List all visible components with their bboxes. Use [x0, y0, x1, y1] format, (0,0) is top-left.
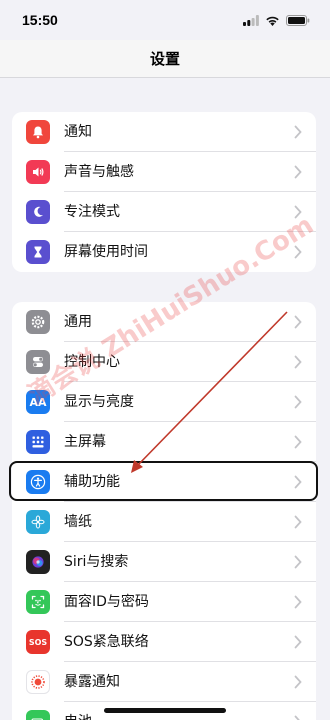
bell-icon: [26, 120, 50, 144]
toggles-icon: [26, 350, 50, 374]
settings-group-general: 通用 控制中心 AA 显示与亮度 主屏幕 辅助功能 墙纸 Siri与搜索 面容I…: [12, 302, 316, 720]
speaker-icon: [26, 160, 50, 184]
moon-icon: [26, 200, 50, 224]
chevron-right-icon: [294, 595, 302, 609]
settings-item-label: 显示与亮度: [64, 394, 134, 410]
settings-item-home-screen[interactable]: 主屏幕: [12, 422, 316, 462]
settings-item-label: 面容ID与密码: [64, 594, 149, 610]
settings-item-faceid-passcode[interactable]: 面容ID与密码: [12, 582, 316, 622]
sos-icon: SOS: [26, 630, 50, 654]
chevron-right-icon: [294, 355, 302, 369]
chevron-right-icon: [294, 125, 302, 139]
home-indicator: [104, 708, 226, 713]
settings-item-general[interactable]: 通用: [12, 302, 316, 342]
status-time: 15:50: [22, 12, 58, 28]
cellular-signal-icon: [243, 14, 259, 26]
settings-item-siri-search[interactable]: Siri与搜索: [12, 542, 316, 582]
accessibility-highlight-box: [9, 461, 318, 501]
chevron-right-icon: [294, 635, 302, 649]
settings-item-label: SOS紧急联络: [64, 634, 149, 650]
exposure-icon: [26, 670, 50, 694]
flower-icon: [26, 510, 50, 534]
settings-item-emergency-sos[interactable]: SOS SOS紧急联络: [12, 622, 316, 662]
settings-item-label: 屏幕使用时间: [64, 244, 148, 260]
settings-item-exposure-notifications[interactable]: 暴露通知: [12, 662, 316, 702]
settings-item-label: 暴露通知: [64, 674, 120, 690]
settings-item-label: 通用: [64, 314, 92, 330]
settings-item-screen-time[interactable]: 屏幕使用时间: [12, 232, 316, 272]
chevron-right-icon: [294, 675, 302, 689]
settings-item-label: 专注模式: [64, 204, 120, 220]
chevron-right-icon: [294, 435, 302, 449]
settings-item-label: Siri与搜索: [64, 554, 129, 570]
siri-icon: [26, 550, 50, 574]
gear-icon: [26, 310, 50, 334]
hourglass-icon: [26, 240, 50, 264]
settings-item-focus[interactable]: 专注模式: [12, 192, 316, 232]
chevron-right-icon: [294, 395, 302, 409]
settings-item-label: 通知: [64, 124, 92, 140]
battery-status-icon: [286, 14, 310, 26]
settings-group-notifications: 通知 声音与触感 专注模式 屏幕使用时间: [12, 112, 316, 272]
chevron-right-icon: [294, 165, 302, 179]
chevron-right-icon: [294, 555, 302, 569]
settings-item-sounds-haptics[interactable]: 声音与触感: [12, 152, 316, 192]
settings-item-notifications[interactable]: 通知: [12, 112, 316, 152]
status-bar: 15:50: [0, 0, 330, 40]
chevron-right-icon: [294, 205, 302, 219]
text-size-icon: AA: [26, 390, 50, 414]
chevron-right-icon: [294, 245, 302, 259]
navigation-bar: 设置: [0, 40, 330, 78]
settings-item-label: 墙纸: [64, 514, 92, 530]
chevron-right-icon: [294, 515, 302, 529]
chevron-right-icon: [294, 315, 302, 329]
settings-item-label: 主屏幕: [64, 434, 106, 450]
home-grid-icon: [26, 430, 50, 454]
wifi-icon: [266, 16, 279, 26]
settings-item-wallpaper[interactable]: 墙纸: [12, 502, 316, 542]
battery-icon: [26, 710, 50, 720]
settings-item-label: 声音与触感: [64, 164, 134, 180]
settings-item-label: 电池: [64, 702, 92, 720]
faceid-icon: [26, 590, 50, 614]
settings-item-label: 控制中心: [64, 354, 120, 370]
chevron-right-icon: [294, 715, 300, 720]
page-title: 设置: [149, 50, 180, 68]
settings-item-control-center[interactable]: 控制中心: [12, 342, 316, 382]
settings-item-display-brightness[interactable]: AA 显示与亮度: [12, 382, 316, 422]
status-icons: [243, 14, 310, 26]
